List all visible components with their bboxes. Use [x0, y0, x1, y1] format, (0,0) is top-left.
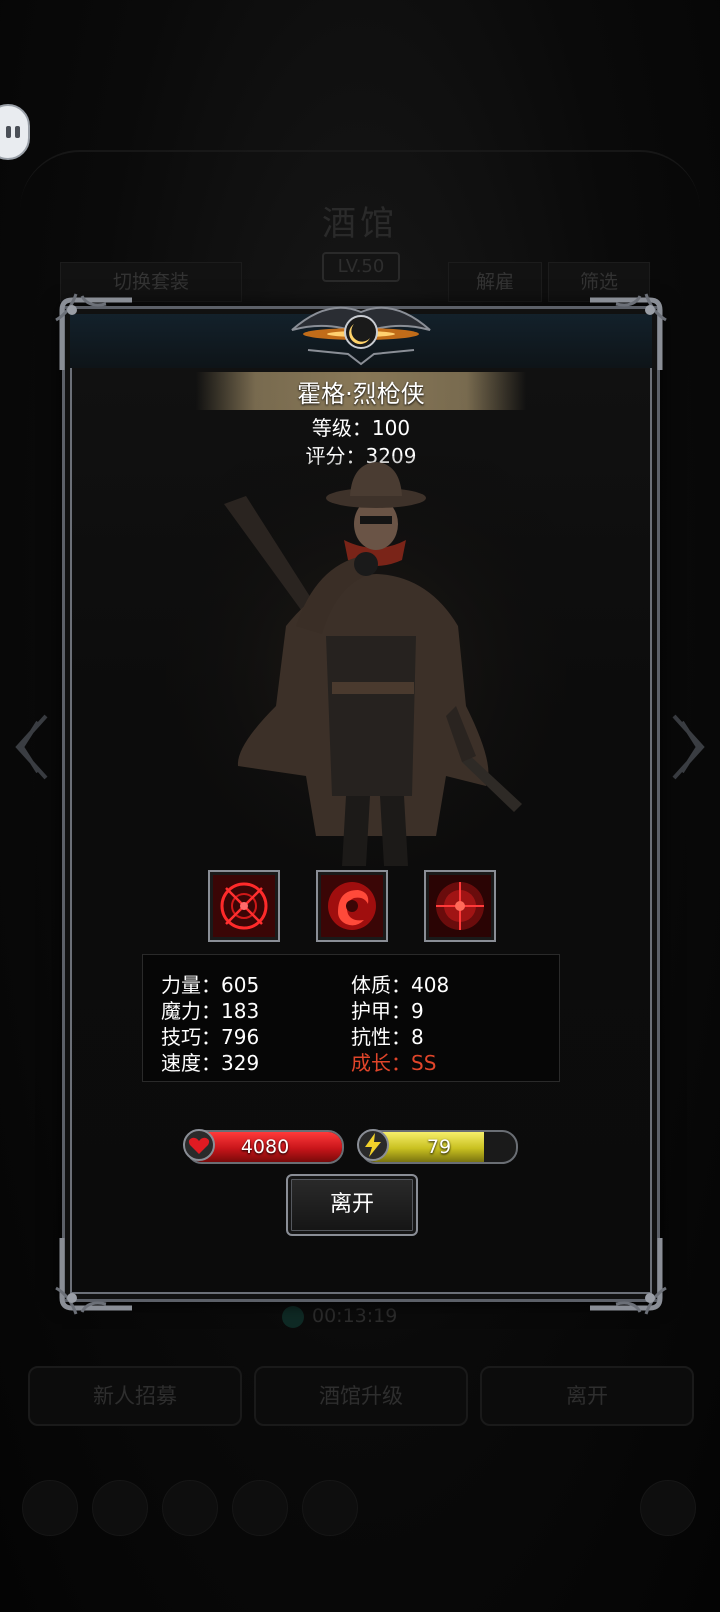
stat-magic: 魔力：183 [161, 999, 260, 1023]
hero-portrait [166, 456, 566, 876]
next-hero-arrow-icon[interactable] [668, 712, 708, 782]
background-bottom-bar [0, 1450, 720, 1590]
leave-button[interactable]: 离开 [286, 1174, 418, 1236]
crescent-crest-icon [288, 294, 434, 366]
background-title: 酒馆 [322, 204, 398, 244]
background-slot [640, 1480, 696, 1536]
red-swirl-icon [321, 875, 383, 937]
lightning-icon [356, 1128, 390, 1162]
timer-text: 00:13:19 [312, 1305, 398, 1327]
prev-hero-arrow-icon[interactable] [12, 712, 52, 782]
background-recruit-button: 新人招募 [28, 1366, 242, 1426]
skill-slot-1[interactable] [208, 870, 280, 942]
frame-corner-ornament-icon [52, 1228, 142, 1318]
heart-icon [182, 1128, 216, 1162]
background-slot [22, 1480, 78, 1536]
skill-list [208, 870, 518, 942]
red-target-icon [429, 875, 491, 937]
stat-speed: 速度：329 [161, 1051, 260, 1075]
frame-corner-ornament-icon [580, 290, 670, 380]
assistant-eye-icon [15, 126, 20, 138]
skill-slot-2[interactable] [316, 870, 388, 942]
frame-corner-ornament-icon [52, 290, 142, 380]
crosshair-rune-icon [213, 875, 275, 937]
background-tab-dismiss: 解雇 [448, 262, 542, 302]
stat-strength: 力量：605 [161, 973, 260, 997]
background-level-badge: LV.50 [322, 252, 400, 282]
stat-armor: 护甲：9 [351, 999, 424, 1023]
stat-constitution: 体质：408 [351, 973, 450, 997]
background-leave-button: 离开 [480, 1366, 694, 1426]
frame-corner-ornament-icon [580, 1228, 670, 1318]
background-slot [92, 1480, 148, 1536]
background-timer: 00:13:19 [282, 1302, 442, 1330]
stat-skill: 技巧：796 [161, 1025, 260, 1049]
background-slot [302, 1480, 358, 1536]
hero-detail-modal: 霍格·烈枪侠 等级：100 评分：3209 [55, 293, 667, 1315]
stat-resist: 抗性：8 [351, 1025, 424, 1049]
hero-level: 等级：100 [311, 416, 411, 440]
stats-panel: 力量：605 魔力：183 技巧：796 速度：329 体质：408 护甲：9 … [142, 954, 560, 1082]
background-upgrade-button: 酒馆升级 [254, 1366, 468, 1426]
background-slot [162, 1480, 218, 1536]
assistant-eye-icon [6, 126, 11, 138]
skill-slot-3[interactable] [424, 870, 496, 942]
hero-name: 霍格·烈枪侠 [297, 380, 425, 408]
background-slot [232, 1480, 288, 1536]
timer-icon [282, 1305, 304, 1328]
stat-growth: 成长：SS [351, 1051, 437, 1075]
